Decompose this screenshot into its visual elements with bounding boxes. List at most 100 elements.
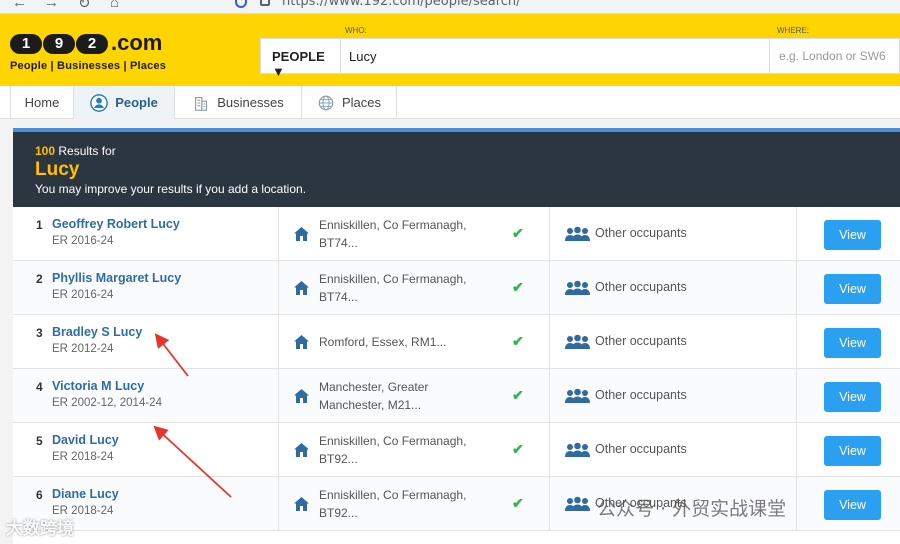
address-line: BT74...: [319, 290, 358, 304]
watermark-text: 公众号 · 外贸实战课堂: [597, 498, 787, 520]
person-name-link[interactable]: Victoria M Lucy: [52, 379, 144, 393]
other-occupants-link[interactable]: Other occupants: [595, 388, 687, 402]
address-cell: Romford, Essex, RM1... ✔: [279, 315, 550, 369]
lock-icon[interactable]: [260, 0, 270, 6]
view-cell: View: [797, 423, 900, 477]
people-group-icon: [565, 442, 590, 457]
house-icon: [294, 497, 309, 511]
view-cell: View: [797, 207, 900, 261]
logo-digit: 2: [76, 34, 108, 54]
browser-toolbar: ← → ↻ ⌂ https://www.192.com/people/searc…: [0, 0, 900, 14]
person-name-link[interactable]: Phyllis Margaret Lucy: [52, 271, 181, 285]
tab-label: Businesses: [217, 95, 284, 110]
who-search-input[interactable]: [341, 39, 769, 73]
tab-businesses[interactable]: Businesses: [175, 86, 302, 119]
home-icon[interactable]: ⌂: [110, 0, 119, 11]
search-box: PEOPLE ▼: [260, 38, 900, 79]
person-name-link[interactable]: David Lucy: [52, 433, 119, 447]
occupants-cell: Other occupants: [550, 423, 797, 477]
results-note: You may improve your results if you add …: [35, 182, 307, 196]
result-rank: 5: [36, 434, 43, 448]
occupants-cell: Other occupants: [550, 369, 797, 423]
address-line: Enniskillen, Co Fermanagh,: [319, 218, 467, 232]
address-cell: Enniskillen, Co Fermanagh, BT92... ✔: [279, 477, 550, 531]
tab-bar: Home People Businesses Places: [0, 86, 900, 119]
people-group-icon: [565, 226, 590, 241]
address-line: BT74...: [319, 236, 358, 250]
other-occupants-link[interactable]: Other occupants: [595, 280, 687, 294]
other-occupants-link[interactable]: Other occupants: [595, 442, 687, 456]
address-line: Enniskillen, Co Fermanagh,: [319, 488, 467, 502]
electoral-roll-years: ER 2012-24: [52, 343, 114, 355]
search-type-select[interactable]: PEOPLE ▼: [261, 39, 341, 79]
view-button[interactable]: View: [824, 274, 881, 304]
person-cell: 3 Bradley S Lucy ER 2012-24: [13, 315, 279, 369]
view-cell: View: [797, 369, 900, 423]
address-cell: Manchester, Greater Manchester, M21... ✔: [279, 369, 550, 423]
person-cell: 5 David Lucy ER 2018-24: [13, 423, 279, 477]
person-cell: 2 Phyllis Margaret Lucy ER 2016-24: [13, 261, 279, 315]
check-icon: ✔: [512, 387, 524, 403]
view-button[interactable]: View: [824, 382, 881, 412]
house-icon: [294, 335, 309, 349]
result-row: 3 Bradley S Lucy ER 2012-24 Romford, Essex,…: [13, 315, 900, 369]
tab-people[interactable]: People: [74, 86, 175, 119]
person-name-link[interactable]: Geoffrey Robert Lucy: [52, 217, 180, 231]
person-icon: [90, 93, 109, 112]
electoral-roll-years: ER 2002-12, 2014-24: [52, 397, 162, 409]
address-bar[interactable]: https://www.192.com/people/search/: [282, 0, 521, 9]
globe-icon: [318, 95, 334, 110]
logo-digit: 1: [10, 34, 42, 54]
check-icon: ✔: [512, 441, 524, 457]
result-rank: 2: [36, 272, 43, 286]
people-group-icon: [565, 388, 590, 403]
house-icon: [294, 281, 309, 295]
result-rank: 4: [36, 380, 43, 394]
tab-home[interactable]: Home: [10, 86, 74, 119]
other-occupants-link[interactable]: Other occupants: [595, 334, 687, 348]
site-logo[interactable]: 1 9 2 .com People | Businesses | Places: [10, 30, 167, 72]
address-line: Manchester, Greater: [319, 380, 429, 394]
logo-suffix: .com: [111, 30, 163, 55]
person-cell: 1 Geoffrey Robert Lucy ER 2016-24: [13, 207, 279, 261]
view-button[interactable]: View: [824, 436, 881, 466]
view-cell: View: [797, 261, 900, 315]
address-line: Enniskillen, Co Fermanagh,: [319, 434, 467, 448]
occupants-cell: Other occupants: [550, 315, 797, 369]
where-search-input[interactable]: [769, 39, 899, 73]
address-line: Romford, Essex, RM1...: [319, 335, 447, 349]
view-button[interactable]: View: [824, 328, 881, 358]
view-button[interactable]: View: [824, 490, 881, 520]
person-cell: 4 Victoria M Lucy ER 2002-12, 2014-24: [13, 369, 279, 423]
address-line: BT92...: [319, 452, 358, 466]
shield-icon[interactable]: [235, 0, 247, 8]
results-query: Lucy: [35, 159, 80, 180]
logo-tagline: People | Businesses | Places: [10, 60, 167, 72]
address-line: BT92...: [319, 506, 358, 520]
tab-label: Home: [24, 95, 60, 110]
address-cell: Enniskillen, Co Fermanagh, BT92... ✔: [279, 423, 550, 477]
result-row: 4 Victoria M Lucy ER 2002-12, 2014-24 Manch…: [13, 369, 900, 423]
electoral-roll-years: ER 2016-24: [52, 235, 114, 247]
site-header: 1 9 2 .com People | Businesses | Places WHO…: [0, 14, 900, 86]
address-cell: Enniskillen, Co Fermanagh, BT74... ✔: [279, 261, 550, 315]
view-button[interactable]: View: [824, 220, 881, 250]
forward-icon[interactable]: →: [44, 0, 59, 11]
view-cell: View: [797, 315, 900, 369]
results-number: 100: [35, 144, 56, 158]
results-header: 100 Results for Lucy You may improve you…: [13, 128, 900, 207]
other-occupants-link[interactable]: Other occupants: [595, 226, 687, 240]
tab-label: People: [115, 95, 158, 110]
address-line: Enniskillen, Co Fermanagh,: [319, 272, 467, 286]
electoral-roll-years: ER 2016-24: [52, 289, 114, 301]
check-icon: ✔: [512, 225, 524, 241]
person-name-link[interactable]: Bradley S Lucy: [52, 325, 142, 339]
watermark-corner: 大数跨境: [6, 519, 74, 539]
result-rank: 1: [36, 218, 43, 232]
tab-places[interactable]: Places: [302, 86, 397, 119]
result-rank: 6: [36, 488, 43, 502]
reload-icon[interactable]: ↻: [78, 0, 91, 12]
back-icon[interactable]: ←: [12, 0, 27, 11]
person-name-link[interactable]: Diane Lucy: [52, 487, 119, 501]
logo-digit: 9: [43, 34, 75, 54]
